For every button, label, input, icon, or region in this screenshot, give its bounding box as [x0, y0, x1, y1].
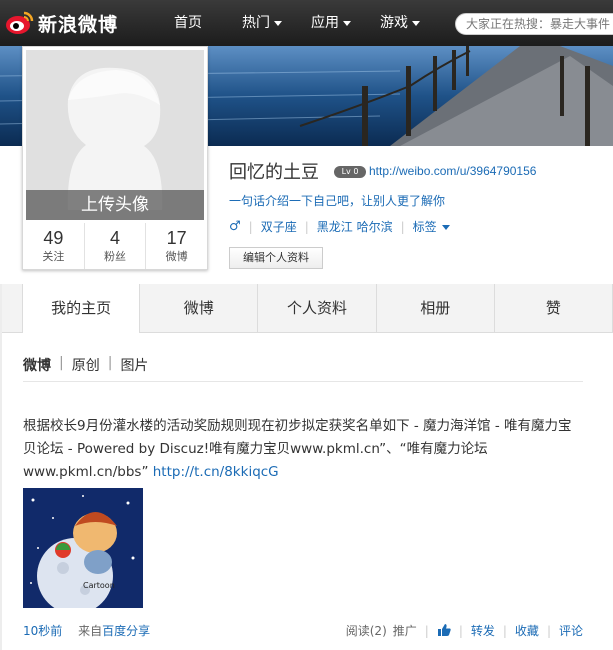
level-badge[interactable]: Lv 0	[334, 166, 366, 178]
nav-apps-label: 应用	[311, 15, 339, 31]
filter-images[interactable]: 图片	[120, 355, 148, 375]
like-button[interactable]	[437, 623, 451, 639]
stat-following[interactable]: 49 关注	[23, 223, 85, 269]
comment-button[interactable]: 评论	[559, 622, 583, 639]
feed-divider	[23, 381, 583, 382]
search-input[interactable]: 大家正在热搜：暴走大事件	[455, 13, 613, 35]
stat-posts[interactable]: 17 微博	[146, 223, 207, 269]
post-time[interactable]: 10秒前	[23, 624, 62, 638]
read-count: 阅读(2)	[345, 624, 387, 638]
feed-panel: 微博 | 原创 | 图片 根据校长9月份灌水楼的活动奖励规则现在初步拟定获奖名单…	[2, 333, 613, 650]
divider: |	[546, 623, 551, 638]
tags-label: 标签	[412, 220, 437, 234]
post-meta: 10秒前 来自百度分享	[23, 622, 150, 639]
stat-following-count: 49	[43, 228, 64, 248]
divider: |	[248, 219, 253, 234]
nav-hot[interactable]: 热门	[242, 0, 282, 46]
forward-button[interactable]: 转发	[471, 622, 495, 639]
nav-home-label: 首页	[174, 15, 202, 31]
tab-weibo[interactable]: 微博	[140, 284, 259, 332]
promote-button[interactable]: 推广	[393, 622, 417, 639]
upload-avatar-button[interactable]: 上传头像	[26, 190, 204, 220]
logo-text: 新浪微博	[38, 13, 119, 36]
avatar-card: 上传头像 49 关注 4 粉丝 17 微博	[22, 46, 208, 270]
filter-weibo[interactable]: 微博	[23, 355, 51, 375]
profile-meta: ♂ | 双子座 | 黑龙江 哈尔滨 | 标签	[229, 218, 450, 235]
constellation-link[interactable]: 双子座	[261, 218, 297, 235]
divider: |	[502, 623, 507, 638]
cartoon-moon-image: Cartoon	[23, 488, 143, 608]
tab-profile-info[interactable]: 个人资料	[258, 284, 377, 332]
post-actions: 阅读(2) 推广 | | 转发 | 收藏 | 评论	[346, 622, 583, 639]
chevron-down-icon	[412, 20, 420, 26]
post-text: 根据校长9月份灌水楼的活动奖励规则现在初步拟定获奖名单如下 - 魔力海洋馆 - …	[23, 415, 583, 484]
chevron-down-icon	[343, 20, 351, 26]
feed-filter: 微博 | 原创 | 图片	[23, 355, 148, 375]
weibo-eye-icon	[6, 11, 34, 34]
divider: |	[59, 355, 64, 371]
page: 新浪微博 首页 热门 应用 游戏 大家正在热搜：暴走大事件 上传头像 49 关注…	[0, 0, 613, 650]
nav-hot-label: 热门	[242, 15, 270, 31]
stat-followers-label: 粉丝	[104, 250, 126, 263]
nav-games[interactable]: 游戏	[380, 0, 420, 46]
thumbs-up-icon	[437, 623, 451, 636]
divider: |	[458, 623, 463, 638]
tags-dropdown[interactable]: 标签	[413, 218, 450, 235]
filter-original[interactable]: 原创	[72, 355, 100, 375]
divider: |	[107, 355, 113, 371]
svg-text:Cartoon: Cartoon	[83, 581, 115, 590]
post-image[interactable]: Cartoon	[23, 488, 143, 608]
stat-posts-count: 17	[166, 228, 187, 248]
tab-my-home[interactable]: 我的主页	[22, 284, 141, 333]
intro-link[interactable]: 一句话介绍一下自己吧，让别人更了解你	[229, 192, 445, 209]
male-icon: ♂	[229, 219, 241, 234]
source-prefix: 来自	[78, 624, 103, 638]
divider: |	[400, 219, 405, 234]
nav-games-label: 游戏	[380, 15, 408, 31]
top-navbar: 新浪微博 首页 热门 应用 游戏 大家正在热搜：暴走大事件	[0, 0, 613, 46]
post-body: 根据校长9月份灌水楼的活动奖励规则现在初步拟定获奖名单如下 - 魔力海洋馆 - …	[23, 418, 572, 480]
post-link[interactable]: http://t.cn/8kkiqcG	[153, 464, 279, 480]
stats-row: 49 关注 4 粉丝 17 微博	[23, 223, 207, 269]
favorite-button[interactable]: 收藏	[515, 622, 539, 639]
divider: |	[304, 219, 309, 234]
post-source-link[interactable]: 百度分享	[102, 624, 150, 638]
stat-following-label: 关注	[42, 250, 65, 263]
chevron-down-icon	[274, 20, 282, 26]
stat-followers[interactable]: 4 粉丝	[85, 223, 147, 269]
stat-followers-count: 4	[110, 228, 121, 248]
profile-name: 回忆的土豆	[229, 162, 319, 183]
edit-profile-button[interactable]: 编辑个人资料	[229, 247, 323, 269]
stat-posts-label: 微博	[165, 250, 188, 263]
avatar[interactable]: 上传头像	[26, 50, 204, 220]
location-link[interactable]: 黑龙江 哈尔滨	[317, 218, 393, 235]
tab-album[interactable]: 相册	[377, 284, 495, 332]
weibo-logo[interactable]: 新浪微博	[4, 7, 118, 39]
nav-home[interactable]: 首页	[174, 0, 202, 46]
profile-url-link[interactable]: http://weibo.com/u/3964790156	[369, 164, 536, 178]
profile-tabs: 我的主页 微博 个人资料 相册 赞	[2, 284, 613, 333]
chevron-down-icon	[441, 225, 450, 230]
tab-likes[interactable]: 赞	[495, 284, 613, 332]
divider: |	[424, 623, 429, 638]
nav-apps[interactable]: 应用	[311, 0, 351, 46]
